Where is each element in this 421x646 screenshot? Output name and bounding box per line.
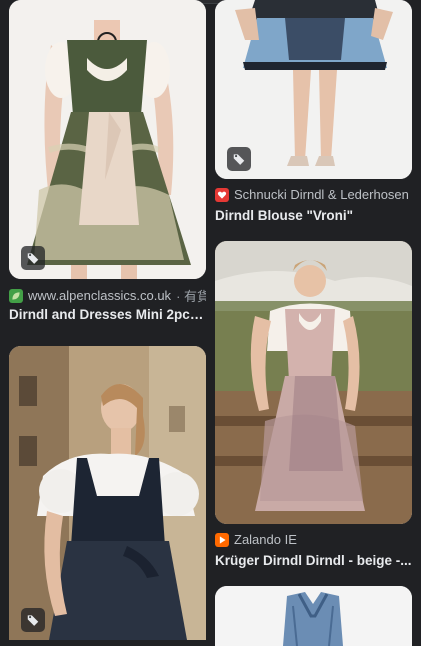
dirndl-green-image <box>9 0 206 279</box>
shopping-tag-icon <box>227 147 251 171</box>
orange-square-icon <box>215 532 229 547</box>
red-heart-icon <box>215 187 229 202</box>
source-name: Zalando IE <box>234 532 297 547</box>
dirndl-black-image <box>9 346 206 640</box>
result-source[interactable]: Schnucki Dirndl & Lederhosen <box>215 187 415 202</box>
result-image[interactable] <box>9 346 206 640</box>
source-name: Schnucki Dirndl & Lederhosen <box>234 187 409 202</box>
result-source[interactable]: Zalando IE <box>215 532 412 547</box>
shopping-tag-icon <box>21 608 45 632</box>
result-image[interactable] <box>215 0 412 179</box>
source-name: www.alpenclassics.co.uk <box>28 288 172 303</box>
result-title[interactable]: Dirndl and Dresses Mini 2pcs.... <box>9 307 206 322</box>
result-image[interactable] <box>215 586 412 646</box>
result-title[interactable]: Dirndl Blouse "Vroni" <box>215 208 412 223</box>
dirndl-beige-image <box>215 241 412 524</box>
green-leaf-icon <box>9 288 23 303</box>
result-title[interactable]: Krüger Dirndl Dirndl - beige -... <box>215 553 412 568</box>
denim-bodice-image <box>215 586 412 646</box>
result-image[interactable] <box>215 241 412 524</box>
shopping-tag-icon <box>21 246 45 270</box>
result-source[interactable]: www.alpenclassics.co.uk · 有貨 <box>9 286 206 305</box>
stock-status: · 有貨 <box>176 289 206 304</box>
result-image[interactable] <box>9 0 206 279</box>
